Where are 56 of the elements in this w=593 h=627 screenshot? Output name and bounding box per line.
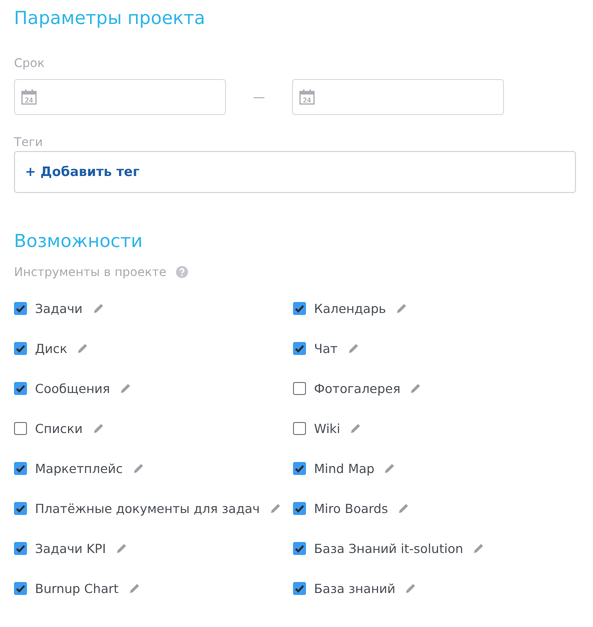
pencil-icon[interactable] [92,303,104,314]
pencil-icon[interactable] [410,383,422,394]
checkbox[interactable] [293,342,306,355]
pencil-icon[interactable] [128,583,140,594]
tool-label: Сообщения [35,381,110,396]
checkbox[interactable] [14,582,27,595]
checkbox[interactable] [293,582,306,595]
checkbox[interactable] [14,422,27,435]
checkbox[interactable] [293,302,306,315]
pencil-icon[interactable] [77,343,88,354]
field-label: Срок [14,56,46,72]
pencil-icon[interactable] [348,343,359,354]
pencil-icon[interactable] [132,463,144,474]
pencil-icon[interactable] [396,303,407,314]
pencil-icon[interactable] [398,503,409,514]
section-title: Возможности [14,231,144,254]
checkbox[interactable] [293,542,306,555]
pencil-icon[interactable] [350,423,362,434]
tool-label: Календарь [314,301,386,316]
checkbox[interactable] [14,382,27,395]
pencil-icon[interactable] [270,503,281,514]
tool-label: Burnup Chart [35,581,119,596]
tool-label: Чат [314,341,338,356]
checkbox[interactable] [293,462,306,475]
help-icon[interactable] [176,266,188,278]
pencil-icon[interactable] [405,583,416,594]
date-separator: — [252,90,266,104]
pencil-icon[interactable] [92,423,104,434]
tool-label: База знаний [314,581,396,596]
tool-label: Mind Map [314,461,374,476]
tool-label: Маркетплейс [35,461,123,476]
tool-label: Диск [35,341,68,356]
section-subtitle: Инструменты в проекте [14,265,166,279]
pencil-icon[interactable] [116,543,127,554]
tool-label: Wiki [314,421,340,436]
tool-label: Списки [35,421,83,436]
add-tag-link[interactable]: + Добавить тег [25,164,140,180]
section-title: Параметры проекта [14,8,206,31]
tool-label: Задачи [35,301,82,316]
pencil-icon[interactable] [473,543,484,554]
tool-label: Задачи KPI [35,541,106,556]
tool-label: Miro Boards [314,501,388,516]
checkbox[interactable] [14,502,27,515]
tool-label: Фотогалерея [314,381,400,396]
tool-label: Платёжные документы для задач [35,501,260,516]
checkbox[interactable] [14,302,27,315]
tool-label: База Знаний it-solution [314,541,464,556]
checkbox[interactable] [293,422,306,435]
checkbox[interactable] [14,342,27,355]
checkbox[interactable] [293,382,306,395]
pencil-icon[interactable] [120,383,132,394]
checkbox[interactable] [14,462,27,475]
pencil-icon[interactable] [384,463,396,474]
checkbox[interactable] [293,502,306,515]
field-label: Теги [14,135,44,151]
checkbox[interactable] [14,542,27,555]
